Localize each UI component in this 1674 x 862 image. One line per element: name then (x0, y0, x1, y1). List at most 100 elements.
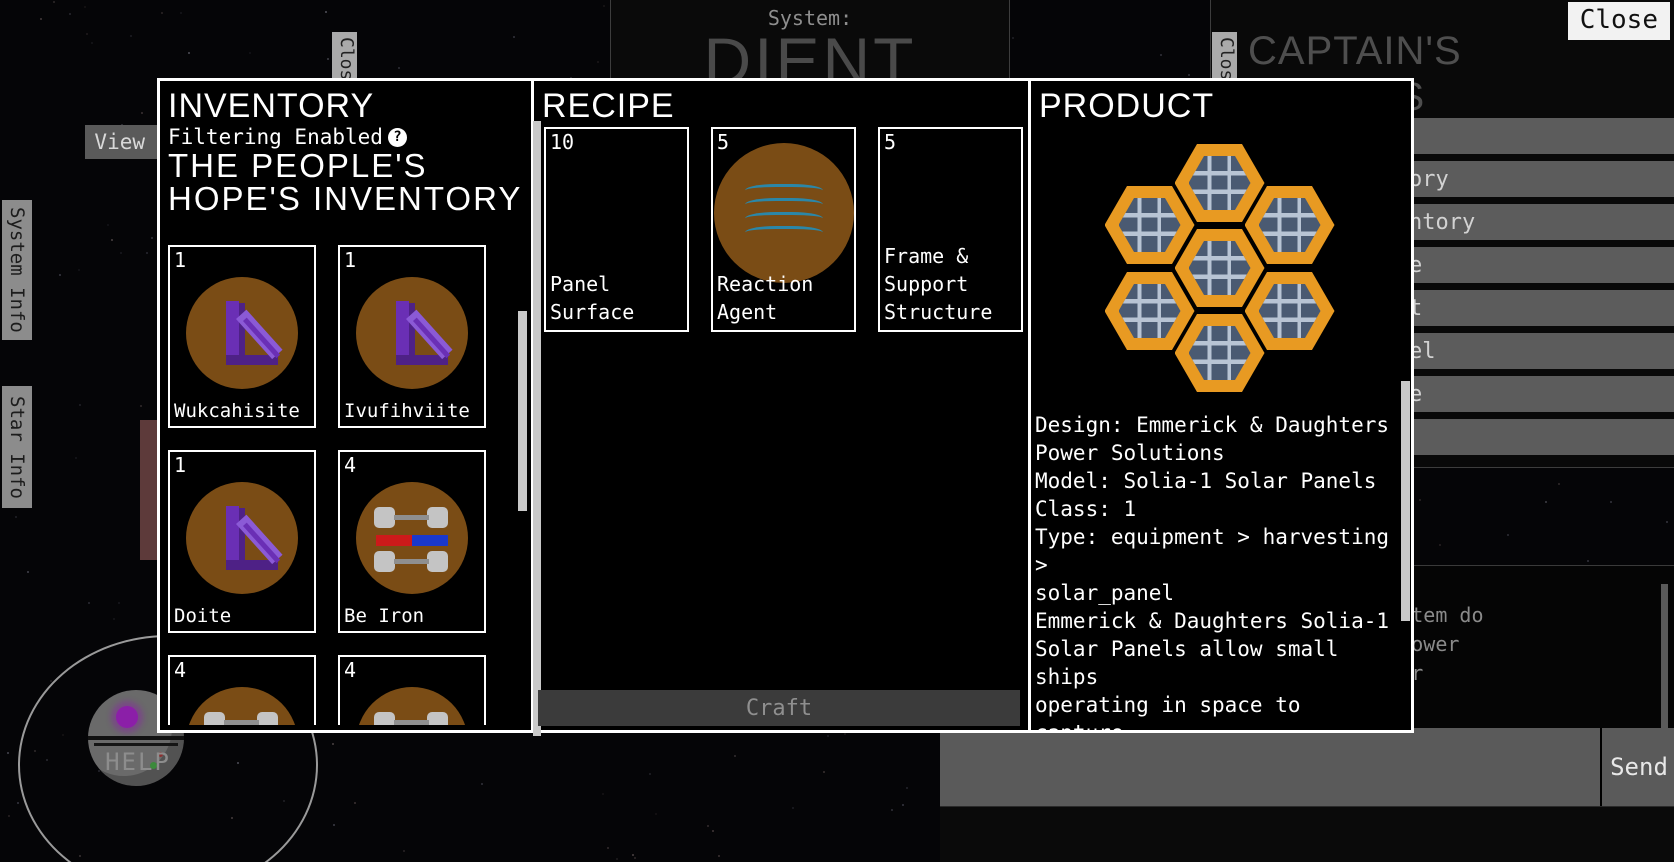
star (107, 224, 110, 227)
product-desc-line: Class: 1 (1035, 497, 1137, 521)
star (734, 755, 737, 758)
star (655, 812, 658, 815)
star (1586, 559, 1589, 562)
item-name: Wukcahisite (174, 400, 300, 422)
ingredient-name: Frame & Support Structure (884, 244, 993, 324)
inventory-owner-title: THE PEOPLE'S HOPE'S INVENTORY (168, 147, 523, 217)
planet-crater-icon (116, 706, 138, 728)
ore-glyph-icon (186, 481, 298, 594)
inventory-scrollbar[interactable] (518, 311, 527, 511)
product-desc-line: Solar Panels allow small ships (1035, 637, 1339, 689)
ingredient-count: 5 (717, 130, 730, 154)
star (906, 786, 909, 789)
inventory-slot[interactable]: 4 (168, 655, 316, 725)
ingredient-name: Reaction Agent (717, 272, 814, 324)
star (79, 403, 82, 406)
product-desc-line: Design: Emmerick & Daughters (1035, 413, 1390, 437)
chat-row: Send (940, 728, 1674, 806)
star (248, 52, 251, 55)
star (110, 238, 113, 241)
product-description: Design: Emmerick & Daughters Power Solut… (1035, 411, 1404, 730)
star (83, 5, 86, 8)
star (403, 849, 406, 852)
recipe-ingredient-slot[interactable]: 10 Panel Surface (544, 127, 689, 332)
solar-panel-cluster-icon (1031, 129, 1408, 419)
star (85, 32, 88, 35)
star (180, 11, 183, 14)
star (844, 733, 847, 736)
star (1419, 499, 1422, 502)
item-name: Doite (174, 605, 232, 627)
star (117, 601, 120, 604)
inventory-slot[interactable]: 4 Be Iron (338, 450, 486, 633)
bottom-status-bar (940, 806, 1674, 862)
recipe-column: RECIPE 10 Panel Surface 5 Reaction Agent (533, 81, 1031, 736)
item-count: 1 (174, 453, 187, 477)
recipe-scrollbar[interactable] (533, 121, 541, 736)
star (326, 58, 329, 61)
star (648, 773, 651, 776)
inventory-slot[interactable]: 1 Wukcahisite (168, 245, 316, 428)
star (141, 112, 144, 115)
close-window-button[interactable]: Close (1567, 2, 1670, 40)
inventory-item-grid[interactable]: 1 Wukcahisite 1 Ivufihviite 1 Doite 4 Be… (168, 245, 498, 725)
star (332, 824, 335, 827)
star (1188, 73, 1191, 76)
craft-button[interactable]: Craft (538, 690, 1020, 726)
sidebar-tab-star-info[interactable]: Star Info (2, 386, 32, 508)
star (1439, 543, 1442, 546)
star (707, 825, 710, 828)
star (1506, 534, 1509, 537)
product-desc-line: Emmerick & Daughters Solia-1 (1035, 609, 1390, 633)
inventory-slot[interactable]: 4 (338, 655, 486, 725)
item-name: Be Iron (344, 605, 425, 627)
metal-glyph-icon (356, 481, 468, 594)
product-scrollbar[interactable] (1401, 381, 1410, 621)
star (151, 237, 154, 240)
star (331, 742, 334, 745)
star (40, 17, 43, 20)
product-title: PRODUCT (1039, 87, 1215, 125)
star (120, 251, 123, 254)
filtering-status-row: Filtering Enabled ? (160, 125, 531, 149)
sidebar-tab-system-info[interactable]: System Info (2, 200, 32, 340)
star (88, 601, 91, 604)
inventory-column: INVENTORY Filtering Enabled ? THE PEOPLE… (160, 81, 534, 730)
product-desc-line: Model: Solia-1 Solar Panels (1035, 469, 1377, 493)
star (58, 273, 61, 276)
chat-send-button[interactable]: Send (1600, 728, 1674, 806)
star (353, 801, 356, 804)
star (139, 405, 142, 408)
star (481, 782, 484, 785)
recipe-ingredient-slot[interactable]: 5 Reaction Agent (711, 127, 856, 332)
chat-input[interactable] (940, 728, 1600, 806)
ingredient-name: Panel Surface (550, 272, 635, 324)
help-icon[interactable]: ? (387, 127, 407, 147)
star (7, 751, 10, 754)
captains-orders-title-line1: CAPTAIN'S (1248, 29, 1462, 73)
filtering-label: Filtering Enabled (168, 125, 383, 149)
star (69, 12, 72, 15)
star (75, 457, 78, 460)
star (634, 857, 637, 860)
inventory-slot[interactable]: 1 Doite (168, 450, 316, 633)
product-desc-line: Type: equipment > harvesting > (1035, 525, 1390, 577)
star (616, 858, 619, 861)
log-scrollbar[interactable] (1661, 584, 1668, 740)
recipe-ingredient-slot[interactable]: 5 Frame & Support Structure (878, 127, 1023, 332)
inventory-slot[interactable]: 1 Ivufihviite (338, 245, 486, 428)
star (902, 803, 905, 806)
wave-glyph-icon (713, 143, 854, 284)
game-screen: Current Objective: Jump to a new system … (0, 0, 1674, 862)
ore-glyph-icon (356, 276, 468, 389)
product-desc-line: solar_panel (1035, 581, 1175, 605)
star (129, 35, 132, 38)
star (1545, 501, 1548, 504)
star (512, 35, 515, 38)
ore-glyph-icon (186, 276, 298, 389)
star (602, 793, 605, 796)
star (52, 1, 55, 4)
help-label[interactable]: HELP (68, 748, 208, 776)
ingredient-count: 5 (884, 130, 897, 154)
star (717, 854, 720, 857)
